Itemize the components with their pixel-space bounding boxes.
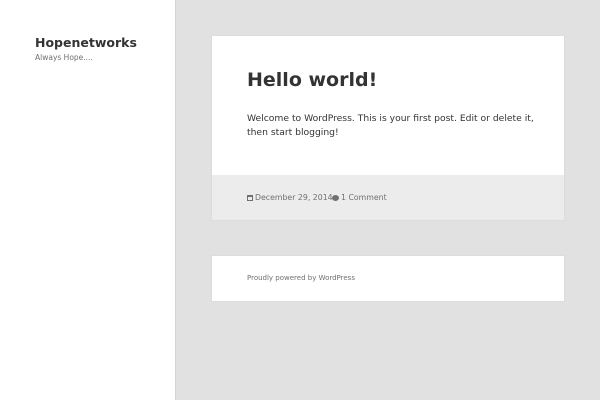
post-title-link[interactable]: Hello world! bbox=[247, 69, 377, 91]
comments-count: 1 Comment bbox=[341, 193, 387, 202]
page: Hopenetworks Always Hope.... Hello world… bbox=[0, 0, 600, 400]
post-date: December 29, 2014 bbox=[255, 193, 333, 202]
comment-icon bbox=[332, 194, 339, 201]
site-description: Always Hope.... bbox=[35, 53, 93, 62]
site-footer: Proudly powered by WordPress bbox=[211, 255, 565, 302]
calendar-icon bbox=[247, 194, 253, 201]
sidebar: Hopenetworks Always Hope.... bbox=[0, 0, 176, 400]
post-content: Welcome to WordPress. This is your first… bbox=[247, 113, 534, 138]
post-date-link[interactable]: December 29, 2014 bbox=[247, 193, 333, 202]
powered-by-link[interactable]: Proudly powered by WordPress bbox=[247, 274, 355, 282]
site-title-link[interactable]: Hopenetworks bbox=[35, 35, 137, 50]
comments-link[interactable]: 1 Comment bbox=[332, 193, 387, 202]
post-article: Hello world! Welcome to WordPress. This … bbox=[211, 35, 565, 221]
post-footer: December 29, 2014 1 Comment bbox=[212, 175, 564, 220]
